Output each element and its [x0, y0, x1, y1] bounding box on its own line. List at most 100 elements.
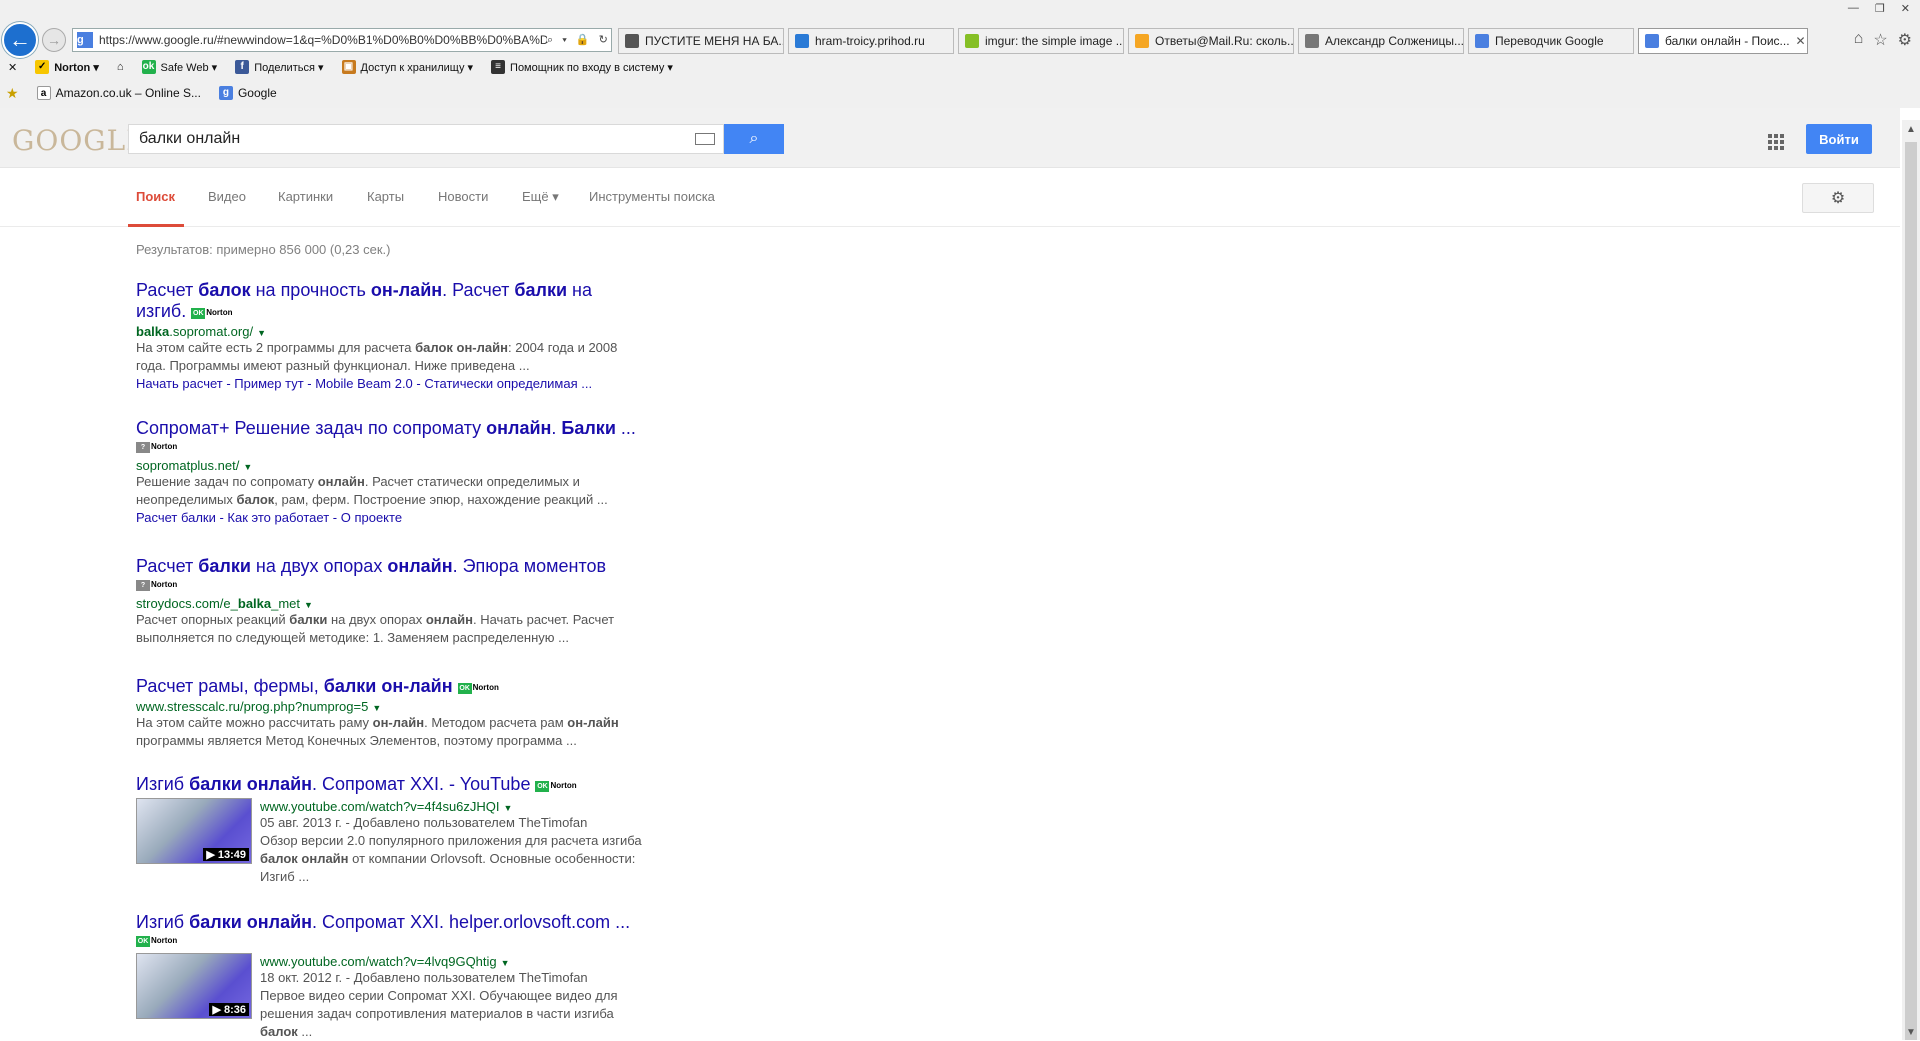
share-button[interactable]: f Поделиться ▾ [235, 60, 324, 74]
browser-tab[interactable]: Переводчик Google [1468, 28, 1634, 54]
vertical-scrollbar[interactable]: ▲ ▼ [1902, 120, 1920, 1040]
tab-maps[interactable]: Карты [367, 189, 404, 204]
norton-badge-label: Norton [151, 580, 178, 590]
tab-label: imgur: the simple image ... [985, 34, 1124, 48]
tab-favicon-icon [965, 34, 979, 48]
result-title-link[interactable]: Расчет балки на двух опорах онлайн. Эпюр… [136, 556, 646, 577]
norton-badge[interactable]: OK Norton [535, 775, 577, 796]
favorite-amazon[interactable]: a Amazon.co.uk – Online S... [36, 86, 201, 100]
result-title-link[interactable]: Расчет балок на прочность он-лайн. Расче… [136, 280, 646, 323]
favorites-star-icon[interactable]: ☆ [1873, 30, 1887, 50]
vault-button[interactable]: ▣ Доступ к хранилищу ▾ [341, 60, 473, 74]
safe-web-button[interactable]: ok Safe Web ▾ [141, 60, 217, 74]
browser-tab[interactable]: imgur: the simple image ... [958, 28, 1124, 54]
tab-favicon-icon [625, 34, 639, 48]
result-title-link[interactable]: Расчет рамы, фермы, балки он-лайн OK Nort… [136, 676, 646, 698]
result-url: sopromatplus.net/▼ [136, 458, 253, 473]
result-snippet: Обзор версии 2.0 популярного приложения … [260, 832, 642, 884]
address-bar[interactable]: g https://www.google.ru/#newwindow=1&q=%… [72, 28, 612, 52]
video-result: ▶ 13:49 www.youtube.com/watch?v=4f4su6zJH… [136, 797, 646, 886]
result-snippet: На этом сайте есть 2 программы для расче… [136, 339, 618, 373]
active-tab-underline [128, 224, 184, 227]
settings-button[interactable]: ⚙ [1802, 183, 1874, 213]
norton-badge[interactable]: ? Norton [136, 442, 177, 454]
norton-badge[interactable]: OK Norton [457, 677, 499, 698]
search-box[interactable] [128, 124, 724, 154]
norton-badge[interactable]: OK Norton [136, 936, 177, 948]
tab-favicon-icon [795, 34, 809, 48]
norton-badge-row: ? Norton [136, 577, 646, 595]
close-tab-icon[interactable]: ✕ [1790, 34, 1806, 48]
url-menu-arrow-icon[interactable]: ▼ [501, 958, 510, 968]
result-sitelinks[interactable]: Начать расчет - Пример тут - Mobile Beam… [136, 375, 646, 393]
tab-images[interactable]: Картинки [278, 189, 333, 204]
search-icon: ⌕ [749, 130, 759, 147]
browser-tab[interactable]: балки онлайн - Поис... ✕ [1638, 28, 1808, 54]
toolbar-close-icon[interactable]: ✕ [8, 61, 17, 74]
video-thumbnail[interactable]: ▶ 8:36 [136, 953, 252, 1019]
result-title-link[interactable]: Изгиб балки онлайн. Сопромат XXI. - YouT… [136, 774, 646, 796]
login-button[interactable]: Войти [1806, 124, 1872, 154]
results-stats: Результатов: примерно 856 000 (0,23 сек.… [136, 242, 391, 257]
norton-badge[interactable]: OK Norton [191, 302, 232, 323]
result-snippet: Расчет опорных реакций балки на двух опо… [136, 612, 615, 645]
result-date: 05 авг. 2013 г. - Добавлено пользователе… [260, 814, 588, 830]
browser-tab[interactable]: Ответы@Mail.Ru: сколь... [1128, 28, 1294, 54]
scroll-down-icon[interactable]: ▼ [1906, 1027, 1916, 1038]
restore-icon[interactable]: ❐ [1875, 2, 1885, 15]
login-helper-button[interactable]: ≡ Помощник по входу в систему ▾ [491, 60, 673, 74]
norton-ok-icon: OK [535, 780, 550, 792]
browser-tab[interactable]: ПУСТИТЕ МЕНЯ НА БА... [618, 28, 784, 54]
address-controls[interactable]: ⌕ ▾ 🔒 ↻ [547, 33, 611, 47]
norton-button[interactable]: ✓ Norton ▾ [35, 60, 99, 74]
norton-badge[interactable]: ? Norton [136, 580, 178, 592]
result-title-link[interactable]: Сопромат+ Решение задач по сопромату онл… [136, 418, 646, 439]
back-button[interactable]: ← [2, 22, 38, 58]
facebook-icon: f [235, 60, 250, 74]
home-icon[interactable]: ⌂ [1854, 30, 1864, 50]
search-button[interactable]: ⌕ [724, 124, 784, 154]
scrollbar-thumb[interactable] [1905, 142, 1917, 1040]
browser-chrome: — ❐ ✕ ← → g https://www.google.ru/#newwi… [0, 0, 1920, 108]
video-duration: ▶ 13:49 [203, 847, 249, 861]
video-info: www.youtube.com/watch?v=4f4su6zJHQI ▼ 05 а… [260, 798, 646, 886]
search-result: Расчет балки на двух опорах онлайн. Эпюр… [136, 556, 646, 647]
tab-label: hram-troicy.prihod.ru [815, 34, 925, 48]
address-text[interactable]: https://www.google.ru/#newwindow=1&q=%D0… [99, 33, 547, 47]
url-menu-arrow-icon[interactable]: ▼ [304, 600, 313, 610]
close-window-icon[interactable]: ✕ [1901, 2, 1910, 15]
favorite-google[interactable]: g Google [218, 86, 277, 100]
tab-search[interactable]: Поиск [136, 189, 175, 204]
result-url: www.youtube.com/watch?v=4lvq9GQhtig ▼ [260, 954, 510, 969]
norton-toolbar: ✕ ✓ Norton ▾ ⌂ ok Safe Web ▾ f Поделиться ▾… [0, 56, 1920, 78]
tab-label: балки онлайн - Поис... [1665, 34, 1790, 48]
result-title-link[interactable]: Изгиб балки онлайн. Сопромат XXI. helper… [136, 912, 646, 933]
apps-grid-icon[interactable] [1768, 134, 1784, 150]
result-snippet: На этом сайте можно рассчитать раму он-л… [136, 714, 619, 748]
scroll-up-icon[interactable]: ▲ [1906, 124, 1916, 135]
tab-video[interactable]: Видео [208, 189, 246, 204]
search-input[interactable] [129, 125, 695, 153]
favorites-star-icon[interactable]: ★ [6, 85, 19, 102]
result-snippet: Решение задач по сопромату онлайн. Расче… [136, 474, 608, 507]
tab-more[interactable]: Ещё ▾ [522, 189, 559, 205]
result-sitelinks[interactable]: Расчет балки - Как это работает - О прое… [136, 509, 646, 527]
settings-gear-icon[interactable]: ⚙ [1898, 30, 1912, 50]
url-menu-arrow-icon[interactable]: ▼ [257, 328, 266, 338]
keyboard-icon[interactable] [695, 133, 715, 145]
tab-news[interactable]: Новости [438, 189, 488, 204]
url-menu-arrow-icon[interactable]: ▼ [504, 803, 513, 813]
search-result: Сопромат+ Решение задач по сопромату онл… [136, 418, 646, 527]
browser-right-icons: ⌂ ☆ ⚙ [1854, 30, 1912, 50]
norton-ok-icon: OK [136, 936, 150, 948]
tab-search-tools[interactable]: Инструменты поиска [589, 189, 715, 204]
browser-tab[interactable]: hram-troicy.prihod.ru [788, 28, 954, 54]
url-menu-arrow-icon[interactable]: ▼ [243, 462, 252, 472]
norton-badge-row: OK Norton [136, 933, 646, 951]
toolbar-home-button[interactable]: ⌂ [117, 61, 124, 73]
browser-tab[interactable]: Александр Солженицы... [1298, 28, 1464, 54]
minimize-icon[interactable]: — [1848, 2, 1859, 15]
video-thumbnail[interactable]: ▶ 13:49 [136, 797, 252, 864]
url-menu-arrow-icon[interactable]: ▼ [372, 703, 381, 713]
forward-button[interactable]: → [42, 28, 66, 52]
